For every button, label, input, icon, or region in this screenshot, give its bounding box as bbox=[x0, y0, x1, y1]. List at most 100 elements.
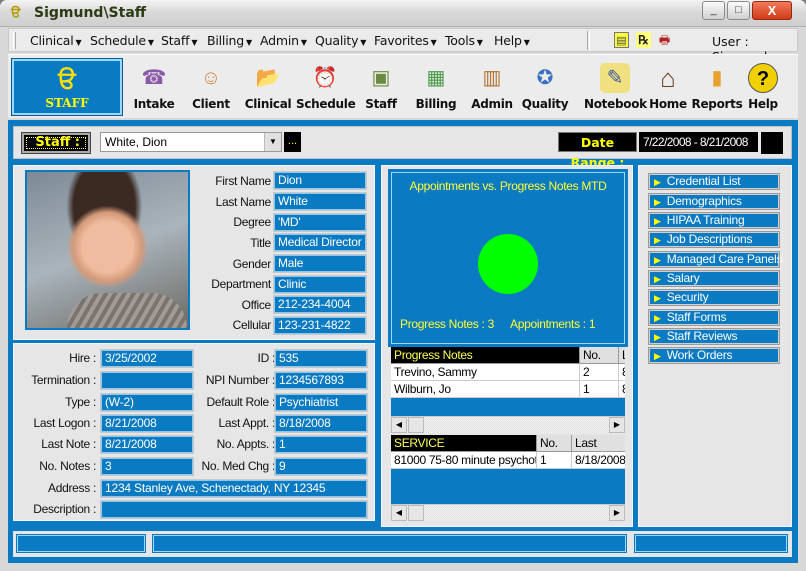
no-med-chg-field[interactable]: 9 bbox=[274, 457, 368, 476]
scroll-left-icon[interactable]: ◀ bbox=[391, 417, 407, 433]
menu-admin[interactable]: Admin ▼ bbox=[260, 33, 307, 48]
chevron-down-icon: ▼ bbox=[430, 38, 437, 47]
link-salary[interactable]: ▶ Salary bbox=[648, 270, 780, 287]
hire-date-field[interactable]: 3/25/2002 bbox=[100, 349, 194, 368]
column-header-no[interactable]: No. bbox=[580, 347, 619, 364]
no-appts-field[interactable]: 1 bbox=[274, 435, 368, 454]
scroll-left-icon[interactable]: ◀ bbox=[391, 505, 407, 521]
notes-icon[interactable]: ▤ bbox=[614, 32, 629, 48]
last-logon-field[interactable]: 8/21/2008 bbox=[100, 414, 194, 433]
staff-module-badge[interactable]: ੳ STAFF bbox=[11, 58, 123, 116]
nav-label: Staff bbox=[365, 97, 397, 111]
menu-help[interactable]: Help ▼ bbox=[494, 33, 530, 48]
prescription-icon[interactable]: ℞ bbox=[636, 32, 651, 48]
column-header-no[interactable]: No. bbox=[537, 435, 572, 452]
office-phone-field[interactable]: 212-234-4004 bbox=[273, 295, 367, 314]
first-name-field[interactable]: Dion bbox=[273, 171, 367, 190]
nav-intake[interactable]: ☎ Intake bbox=[125, 61, 183, 115]
title-field[interactable]: Medical Director bbox=[273, 233, 367, 252]
npi-label: NPI Number : bbox=[205, 373, 275, 387]
scroll-right-icon[interactable]: ▶ bbox=[609, 505, 625, 521]
maximize-button[interactable]: □ bbox=[727, 1, 750, 20]
menu-tools[interactable]: Tools ▼ bbox=[445, 33, 483, 48]
table-row[interactable]: Wilburn, Jo 1 8 bbox=[391, 381, 625, 398]
minimize-button[interactable]: _ bbox=[702, 1, 725, 20]
menu-label: Billing bbox=[207, 33, 244, 48]
play-arrow-icon: ▶ bbox=[654, 177, 661, 187]
termination-label: Termination : bbox=[31, 373, 96, 387]
link-staff-reviews[interactable]: ▶ Staff Reviews bbox=[648, 328, 780, 345]
table-row[interactable]: 81000 75-80 minute psychoth 1 8/18/2008 bbox=[391, 452, 625, 469]
gender-field[interactable]: Male bbox=[273, 254, 367, 273]
link-staff-forms[interactable]: ▶ Staff Forms bbox=[648, 309, 780, 326]
column-header-last[interactable]: Last bbox=[572, 435, 625, 452]
default-role-field[interactable]: Psychiatrist bbox=[274, 393, 368, 412]
menu-quality[interactable]: Quality ▼ bbox=[315, 33, 366, 48]
nav-billing[interactable]: ▦ Billing bbox=[407, 61, 465, 115]
menu-favorites[interactable]: Favorites ▼ bbox=[374, 33, 437, 48]
npi-field[interactable]: 1234567893 bbox=[274, 371, 368, 390]
link-job-descriptions[interactable]: ▶ Job Descriptions bbox=[648, 231, 780, 248]
menu-label: Admin bbox=[260, 33, 299, 48]
department-field[interactable]: Clinic bbox=[273, 275, 367, 294]
link-demographics[interactable]: ▶ Demographics bbox=[648, 193, 780, 210]
termination-date-field[interactable] bbox=[100, 371, 194, 390]
link-hipaa-training[interactable]: ▶ HIPAA Training bbox=[648, 212, 780, 229]
date-range-value[interactable]: 7/22/2008 - 8/21/2008 bbox=[639, 132, 758, 152]
degree-field[interactable]: 'MD' bbox=[273, 213, 367, 232]
staff-select[interactable]: White, Dion ▼ bbox=[100, 132, 282, 152]
nav-admin[interactable]: ▥ Admin bbox=[463, 61, 521, 115]
menu-grip[interactable] bbox=[13, 32, 16, 49]
menu-bar: Clinical ▼ Schedule ▼ Staff ▼ Billing ▼ Admi… bbox=[8, 28, 798, 64]
play-arrow-icon: ▶ bbox=[654, 255, 661, 265]
column-header-progress-notes[interactable]: Progress Notes bbox=[391, 347, 580, 364]
printer-icon[interactable]: 🖶 bbox=[657, 32, 672, 48]
staff-selector-bar: Staff : White, Dion ▼ ... Date Range : 7… bbox=[13, 126, 792, 170]
nav-quality[interactable]: ✪ Quality bbox=[516, 61, 574, 115]
link-security[interactable]: ▶ Security bbox=[648, 289, 780, 306]
id-field[interactable]: 535 bbox=[274, 349, 368, 368]
type-field[interactable]: (W-2) bbox=[100, 393, 194, 412]
nav-client[interactable]: ☺ Client bbox=[182, 61, 240, 115]
play-arrow-icon: ▶ bbox=[654, 197, 661, 207]
nav-clinical[interactable]: 📂 Clinical bbox=[239, 61, 297, 115]
link-work-orders[interactable]: ▶ Work Orders bbox=[648, 347, 780, 364]
menu-staff[interactable]: Staff ▼ bbox=[161, 33, 197, 48]
menu-schedule[interactable]: Schedule ▼ bbox=[90, 33, 154, 48]
chevron-down-icon[interactable]: ▼ bbox=[264, 133, 281, 151]
status-segment-right bbox=[634, 534, 788, 553]
last-appt-field[interactable]: 8/18/2008 bbox=[274, 414, 368, 433]
horizontal-scrollbar[interactable]: ◀ ▶ bbox=[391, 416, 625, 433]
menu-billing[interactable]: Billing ▼ bbox=[207, 33, 252, 48]
close-button[interactable]: X bbox=[752, 1, 792, 20]
link-managed-care-panels[interactable]: ▶ Managed Care Panels bbox=[648, 251, 783, 268]
nav-schedule[interactable]: ⏰ Schedule bbox=[296, 61, 356, 115]
menu-separator bbox=[587, 31, 590, 50]
nav-notebook[interactable]: ✎ Notebook bbox=[584, 61, 647, 115]
no-notes-field[interactable]: 3 bbox=[100, 457, 194, 476]
link-label: Staff Forms bbox=[666, 310, 727, 324]
table-row[interactable]: Trevino, Sammy 2 8 bbox=[391, 364, 625, 381]
cell-count: 1 bbox=[537, 452, 572, 469]
cellular-phone-field[interactable]: 123-231-4822 bbox=[273, 316, 367, 335]
play-arrow-icon: ▶ bbox=[654, 293, 661, 303]
scroll-thumb[interactable] bbox=[408, 417, 424, 433]
chevron-down-icon: ▼ bbox=[523, 38, 530, 47]
column-header-last[interactable]: Last bbox=[619, 347, 625, 364]
staff-lookup-button[interactable]: Staff : bbox=[21, 132, 91, 154]
nav-help[interactable]: ? Help bbox=[734, 61, 792, 115]
scroll-right-icon[interactable]: ▶ bbox=[609, 417, 625, 433]
menu-clinical[interactable]: Clinical ▼ bbox=[30, 33, 82, 48]
last-note-field[interactable]: 8/21/2008 bbox=[100, 435, 194, 454]
nav-staff[interactable]: ▣ Staff bbox=[352, 61, 410, 115]
horizontal-scrollbar[interactable]: ◀ ▶ bbox=[391, 504, 625, 521]
last-name-field[interactable]: White bbox=[273, 192, 367, 211]
scroll-thumb[interactable] bbox=[408, 505, 424, 521]
column-header-service[interactable]: SERVICE bbox=[391, 435, 537, 452]
description-field[interactable] bbox=[100, 500, 368, 519]
date-range-button[interactable] bbox=[761, 132, 783, 154]
browse-staff-button[interactable]: ... bbox=[284, 132, 301, 152]
link-credential-list[interactable]: ▶ Credential List bbox=[648, 173, 780, 190]
cell-service: 81000 75-80 minute psychoth bbox=[391, 452, 537, 469]
address-field[interactable]: 1234 Stanley Ave, Schenectady, NY 12345 bbox=[100, 479, 368, 498]
